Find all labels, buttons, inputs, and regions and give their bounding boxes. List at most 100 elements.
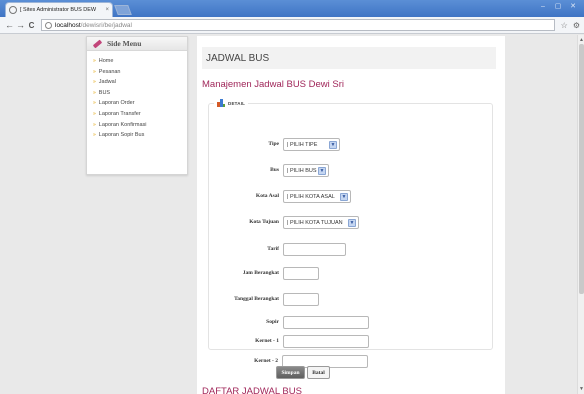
tanggal-berangkat-input[interactable] bbox=[283, 293, 319, 306]
address-bar[interactable]: localhost/dewisri/be/jadwal bbox=[41, 19, 555, 31]
new-tab-button[interactable] bbox=[114, 5, 132, 15]
tarif-label: Tarif bbox=[267, 246, 279, 252]
form-row-tipe: Tipe | PILIH TIPE ▼ bbox=[209, 138, 494, 152]
sidebar-item-home[interactable]: » Home bbox=[93, 56, 187, 67]
wrench-icon[interactable]: ⚙ bbox=[573, 21, 580, 30]
jam-berangkat-input[interactable] bbox=[283, 267, 319, 280]
chart-icon bbox=[217, 99, 225, 107]
scroll-down-icon[interactable]: ▼ bbox=[579, 386, 584, 392]
url-path: /dewisri/be/jadwal bbox=[80, 21, 132, 29]
sidebar-item-laporan-transfer[interactable]: » Laporan Transfer bbox=[93, 109, 187, 120]
bullet-icon: » bbox=[93, 79, 96, 86]
sidebar-item-label: Laporan Konfirmasi bbox=[98, 121, 147, 128]
browser-tab[interactable]: [ Sites Administrator BUS DEW × bbox=[5, 2, 113, 17]
tanggal-berangkat-label: Tanggal Berangkat bbox=[234, 296, 279, 302]
kota-tujuan-selected-value: | PILIH KOTA TUJUAN bbox=[287, 219, 343, 226]
bullet-icon: » bbox=[93, 58, 96, 64]
scroll-up-icon[interactable]: ▲ bbox=[579, 37, 584, 43]
chevron-down-icon: ▼ bbox=[348, 219, 356, 227]
page-title: JADWAL BUS bbox=[206, 52, 270, 64]
bullet-icon: » bbox=[93, 100, 96, 107]
minimize-button[interactable]: – bbox=[536, 2, 550, 12]
url-host: localhost bbox=[55, 21, 81, 29]
chevron-down-icon: ▼ bbox=[340, 193, 348, 201]
side-menu-title: Side Menu bbox=[107, 39, 142, 48]
save-button[interactable]: Simpan bbox=[276, 366, 305, 379]
window-controls: – ▢ ✕ bbox=[536, 2, 580, 12]
jam-berangkat-label: Jam Berangkat bbox=[242, 270, 279, 276]
cancel-button[interactable]: Batal bbox=[307, 366, 330, 379]
page-icon bbox=[45, 21, 52, 29]
side-menu: Side Menu » Home » Pesanan » Jadwal » BUS » L… bbox=[86, 36, 188, 175]
kernet-1-input[interactable] bbox=[283, 335, 369, 348]
form-row-tarif: Tarif bbox=[209, 243, 494, 257]
scrollbar-thumb[interactable] bbox=[579, 44, 584, 294]
sopir-input[interactable] bbox=[283, 316, 369, 329]
bullet-icon: » bbox=[93, 121, 96, 128]
bullet-icon: » bbox=[93, 110, 96, 117]
form-row-kota-tujuan: Kota Tujuan | PILIH KOTA TUJUAN ▼ bbox=[209, 216, 494, 230]
side-menu-header: Side Menu bbox=[87, 37, 187, 51]
form-row-tanggal-berangkat: Tanggal Berangkat bbox=[209, 293, 494, 307]
sidebar-item-laporan-sopir-bus[interactable]: » Laporan Sopir Bus bbox=[93, 130, 187, 141]
sidebar-item-label: Pesanan bbox=[98, 68, 121, 75]
main-content: JADWAL BUS Manajemen Jadwal BUS Dewi Sri… bbox=[197, 36, 505, 394]
kota-asal-label: Kota Asal bbox=[255, 193, 279, 199]
sidebar-item-laporan-konfirmasi[interactable]: » Laporan Konfirmasi bbox=[93, 120, 187, 131]
kota-tujuan-label: Kota Tujuan bbox=[249, 219, 279, 225]
browser-toolbar: ← → C localhost/dewisri/be/jadwal ☆ ⚙ bbox=[0, 17, 584, 34]
bullet-icon: » bbox=[93, 132, 96, 139]
form-row-bus: Bus | PILIH BUS ▼ bbox=[209, 164, 494, 178]
form-row-jam-berangkat: Jam Berangkat bbox=[209, 267, 494, 281]
sidebar-item-laporan-order[interactable]: » Laporan Order bbox=[93, 98, 187, 109]
bus-selected-value: | PILIH BUS bbox=[287, 167, 317, 174]
detail-fieldset: DETAIL Tipe | PILIH TIPE ▼ Bus | PILIH B… bbox=[208, 99, 494, 350]
legend-label: DETAIL bbox=[228, 100, 246, 106]
window-titlebar: [ Sites Administrator BUS DEW × – ▢ ✕ bbox=[0, 0, 584, 17]
sidebar-item-label: Laporan Transfer bbox=[98, 110, 141, 117]
kernet-2-label: Kernet - 2 bbox=[254, 358, 278, 364]
schedule-list-title: DAFTAR JADWAL BUS bbox=[202, 386, 302, 394]
bus-select[interactable]: | PILIH BUS ▼ bbox=[283, 164, 329, 177]
vertical-scrollbar[interactable]: ▲ ▼ bbox=[577, 35, 584, 394]
sidebar-item-label: Laporan Sopir Bus bbox=[98, 132, 145, 139]
kota-asal-selected-value: | PILIH KOTA ASAL bbox=[287, 193, 335, 200]
form-row-kernet-1: Kernet - 1 bbox=[209, 335, 494, 349]
form-row-sopir: Sopir bbox=[209, 316, 494, 330]
bookmark-star-icon[interactable]: ☆ bbox=[561, 21, 568, 30]
tab-title: [ Sites Administrator BUS DEW bbox=[20, 7, 97, 13]
bullet-icon: » bbox=[93, 68, 96, 75]
close-tab-icon[interactable]: × bbox=[105, 7, 109, 13]
kernet-1-label: Kernet - 1 bbox=[255, 338, 279, 344]
chevron-down-icon: ▼ bbox=[318, 167, 326, 175]
forward-button[interactable]: → bbox=[15, 20, 26, 30]
tipe-selected-value: | PILIH TIPE bbox=[287, 141, 318, 148]
tipe-label: Tipe bbox=[268, 141, 279, 147]
sidebar-item-pesanan[interactable]: » Pesanan bbox=[93, 67, 187, 78]
tarif-input[interactable] bbox=[283, 243, 346, 256]
kota-asal-select[interactable]: | PILIH KOTA ASAL ▼ bbox=[283, 190, 351, 203]
sidebar-item-label: BUS bbox=[98, 89, 111, 96]
globe-icon bbox=[9, 6, 17, 14]
tipe-select[interactable]: | PILIH TIPE ▼ bbox=[283, 138, 340, 151]
sidebar-item-label: Jadwal bbox=[98, 79, 116, 86]
pencil-icon bbox=[92, 39, 103, 48]
back-button[interactable]: ← bbox=[4, 20, 15, 30]
side-menu-list: » Home » Pesanan » Jadwal » BUS » Laporan Ord… bbox=[87, 51, 187, 141]
maximize-button[interactable]: ▢ bbox=[551, 2, 565, 12]
reload-button[interactable]: C bbox=[26, 21, 37, 30]
page-subtitle: Manajemen Jadwal BUS Dewi Sri bbox=[202, 79, 345, 90]
fieldset-legend: DETAIL bbox=[214, 99, 249, 107]
sidebar-item-label: Home bbox=[98, 58, 114, 64]
page-title-bar: JADWAL BUS bbox=[202, 47, 496, 69]
bus-label: Bus bbox=[270, 167, 279, 173]
form-row-kota-asal: Kota Asal | PILIH KOTA ASAL ▼ bbox=[209, 190, 494, 204]
close-window-button[interactable]: ✕ bbox=[566, 2, 580, 12]
form-row-kernet-2: Kernet - 2 bbox=[208, 355, 493, 369]
sidebar-item-label: Laporan Order bbox=[98, 100, 135, 107]
page-viewport: Side Menu » Home » Pesanan » Jadwal » BUS » L… bbox=[0, 35, 577, 394]
sidebar-item-jadwal[interactable]: » Jadwal bbox=[93, 77, 187, 88]
sidebar-item-bus[interactable]: » BUS bbox=[93, 88, 187, 99]
bullet-icon: » bbox=[93, 89, 96, 96]
kota-tujuan-select[interactable]: | PILIH KOTA TUJUAN ▼ bbox=[283, 216, 359, 229]
